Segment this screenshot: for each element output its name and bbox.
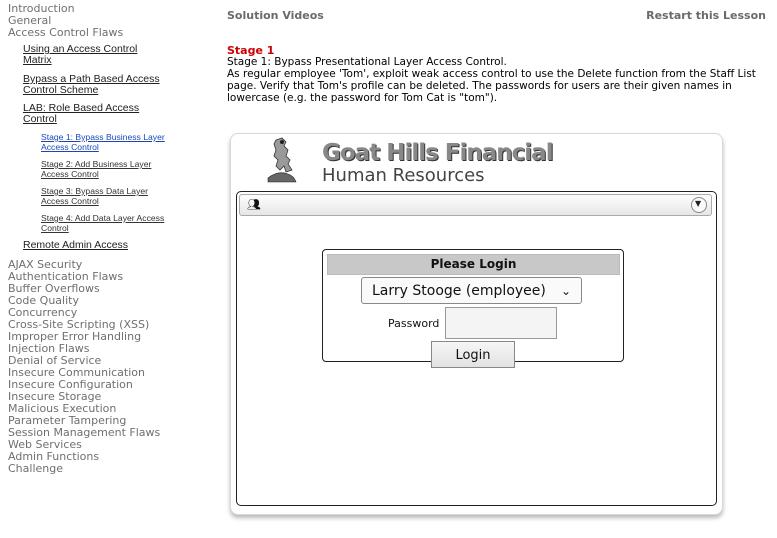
solution-videos-link[interactable]: Solution Videos — [227, 9, 324, 22]
nav-access-control-flaws[interactable]: Access Control Flaws — [8, 27, 123, 39]
category-list: AJAX Security Authentication Flaws Buffe… — [8, 259, 160, 475]
user-select[interactable]: Larry Stooge (employee) ⌄ — [361, 277, 582, 304]
password-input[interactable] — [445, 307, 557, 339]
password-label: Password — [388, 317, 440, 330]
nav-lab-role-based[interactable]: LAB: Role Based Access Control — [23, 103, 158, 125]
nav-category[interactable]: Challenge — [8, 463, 160, 475]
goat-logo-icon — [267, 137, 297, 183]
stage-title: Stage 1: Bypass Presentational Layer Acc… — [227, 56, 507, 68]
selected-user: Larry Stooge (employee) — [372, 283, 546, 299]
nav-bypass-path-access[interactable]: Bypass a Path Based Access Control Schem… — [23, 74, 173, 96]
department-name: Human Resources — [322, 165, 485, 186]
chevron-down-icon: ▼ — [695, 199, 702, 208]
login-button[interactable]: Login — [431, 341, 515, 368]
chevron-down-icon: ⌄ — [560, 284, 571, 298]
toolbar-dropdown-button[interactable]: ▼ — [691, 197, 707, 213]
nav-stage-4[interactable]: Stage 4: Add Data Layer Access Control — [41, 213, 166, 233]
app-toolbar — [239, 194, 712, 216]
people-icon: 👥︎ — [247, 198, 261, 211]
nav-remote-admin-access[interactable]: Remote Admin Access — [23, 240, 128, 251]
nav-access-control-matrix[interactable]: Using an Access Control Matrix — [23, 44, 163, 66]
restart-lesson-link[interactable]: Restart this Lesson — [646, 9, 766, 22]
nav-stage-2[interactable]: Stage 2: Add Business Layer Access Contr… — [41, 159, 166, 179]
stage-description: As regular employee 'Tom', exploit weak … — [227, 68, 756, 104]
company-name: Goat Hills Financial — [322, 140, 554, 166]
nav-stage-3[interactable]: Stage 3: Bypass Data Layer Access Contro… — [41, 186, 166, 206]
nav-stage-1[interactable]: Stage 1: Bypass Business Layer Access Co… — [41, 132, 166, 152]
lesson-instructions: Stage 1: Bypass Presentational Layer Acc… — [227, 56, 762, 104]
login-title: Please Login — [327, 254, 620, 275]
